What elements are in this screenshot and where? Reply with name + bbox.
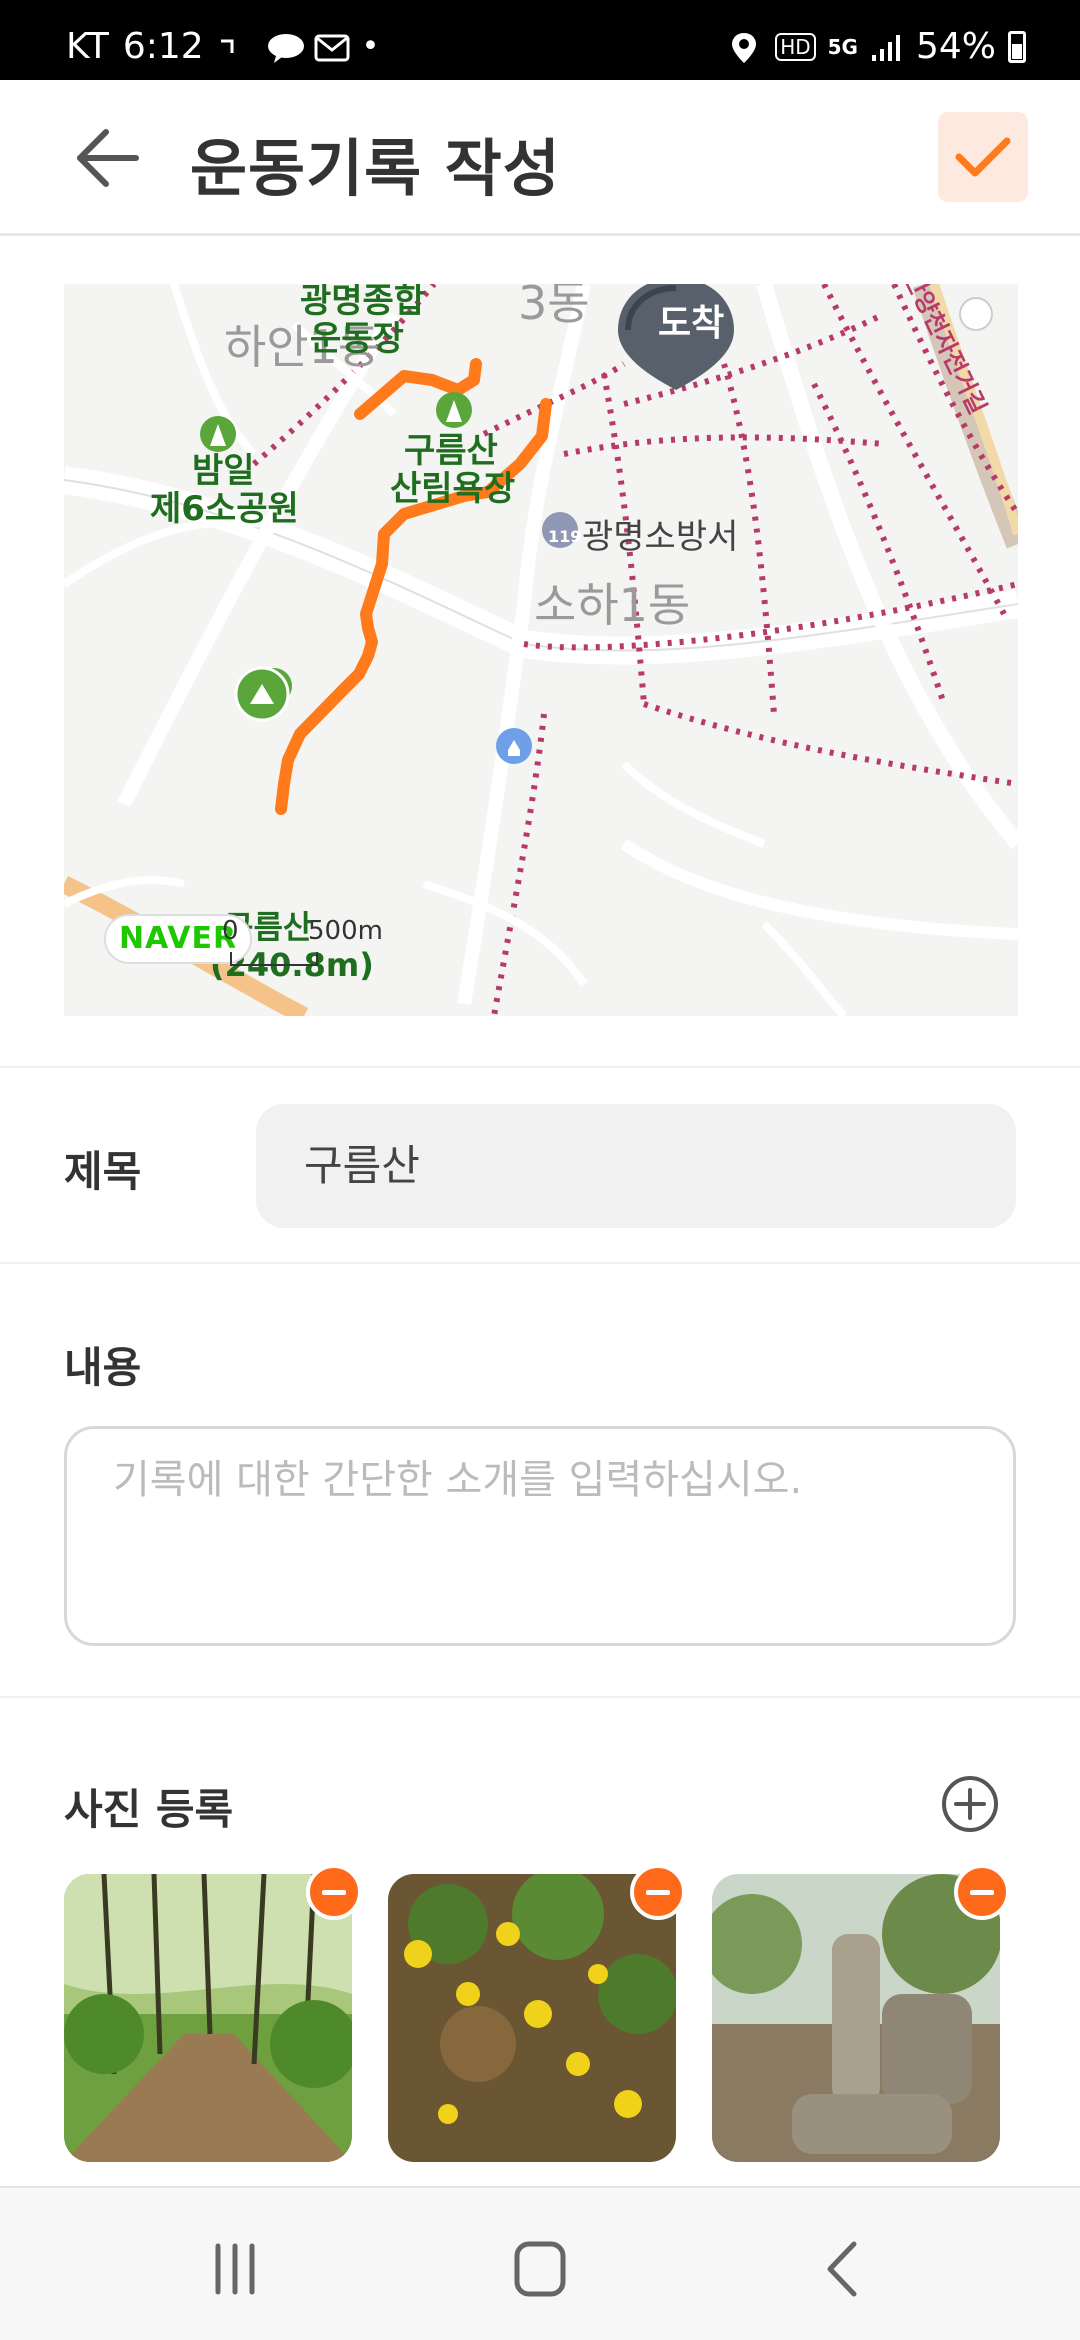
- map-place-bamil-line2: 제6소공원: [150, 489, 299, 529]
- title-label: 제목: [64, 1147, 142, 1196]
- divider: [0, 1262, 1080, 1264]
- clock: 6:12: [122, 26, 204, 67]
- dot-icon: •: [361, 29, 380, 64]
- photo-thumbnail-1[interactable]: [64, 1874, 352, 2162]
- add-photo-icon[interactable]: [940, 1774, 1000, 1834]
- app-bar: 운동기록 작성: [0, 80, 1080, 236]
- save-button[interactable]: [938, 112, 1028, 202]
- map-canvas: [64, 284, 1018, 1016]
- map-place-stadium-line1: 광명종합: [300, 284, 426, 321]
- battery-icon: [1008, 30, 1026, 63]
- map-place-forest-line1: 구름산: [404, 431, 498, 471]
- content-label: 내용: [64, 1343, 142, 1392]
- map-place-bamil-line1: 밤일: [192, 451, 255, 491]
- map-place-soha1: 소하1동: [534, 578, 691, 632]
- system-nav-bar: [0, 2186, 1080, 2340]
- route-map[interactable]: 하안1동 광명종합 운동장 밤일 제6소공원 구름산 산림욕장 광명소방서 소하…: [64, 284, 1018, 1016]
- forest-trail-photo: [64, 1874, 352, 2162]
- scale-end: 500m: [308, 916, 383, 946]
- hd-badge: HD: [775, 32, 816, 61]
- content-textarea[interactable]: 기록에 대한 간단한 소개를 입력하십시오.: [64, 1426, 1016, 1646]
- divider: [0, 1066, 1080, 1068]
- 5g-badge: 5G: [827, 34, 858, 59]
- page-title: 운동기록 작성: [190, 132, 561, 205]
- signal-icon: [870, 31, 904, 63]
- photo-thumbnail-2[interactable]: [388, 1874, 676, 2162]
- yellow-flowers-photo: [388, 1874, 676, 2162]
- scale-start: 0: [222, 916, 239, 946]
- home-icon[interactable]: [505, 2234, 575, 2304]
- map-fire-badge: 119: [548, 527, 582, 546]
- scale-bar: [230, 952, 318, 966]
- map-place-fire-station: 광명소방서: [582, 517, 739, 557]
- back-button[interactable]: [72, 126, 142, 190]
- recent-apps-icon[interactable]: [200, 2234, 270, 2304]
- map-place-stadium-line2: 운동장: [310, 319, 404, 359]
- arrow-left-icon: [77, 129, 139, 187]
- check-icon: [955, 137, 1011, 177]
- status-right: HD 5G 54%: [729, 26, 1026, 67]
- remove-photo-button-1[interactable]: [306, 1864, 362, 1920]
- chat-icon: [266, 31, 304, 63]
- summit-stone-photo: [712, 1874, 1000, 2162]
- start-mountain-icon: [234, 666, 290, 722]
- status-bar: KT 6:12 • HD 5G 54%: [0, 0, 1080, 80]
- title-input[interactable]: 구름산: [256, 1104, 1016, 1228]
- map-place-dong3: 3동: [518, 284, 590, 330]
- status-left: KT 6:12 •: [66, 26, 379, 67]
- photo-thumbnail-3[interactable]: [712, 1874, 1000, 2162]
- arrival-label: 도착: [658, 303, 725, 344]
- mail-icon: [314, 31, 350, 63]
- carrier-label: KT: [66, 26, 109, 67]
- battery-percent: 54%: [915, 26, 996, 67]
- location-icon: [729, 31, 763, 63]
- remove-photo-button-3[interactable]: [954, 1864, 1010, 1920]
- map-place-forest-line2: 산림욕장: [390, 469, 516, 509]
- divider: [0, 1696, 1080, 1698]
- back-nav-icon[interactable]: [808, 2234, 878, 2304]
- remove-photo-button-2[interactable]: [630, 1864, 686, 1920]
- call-icon: [218, 31, 252, 63]
- photo-label: 사진 등록: [64, 1785, 234, 1834]
